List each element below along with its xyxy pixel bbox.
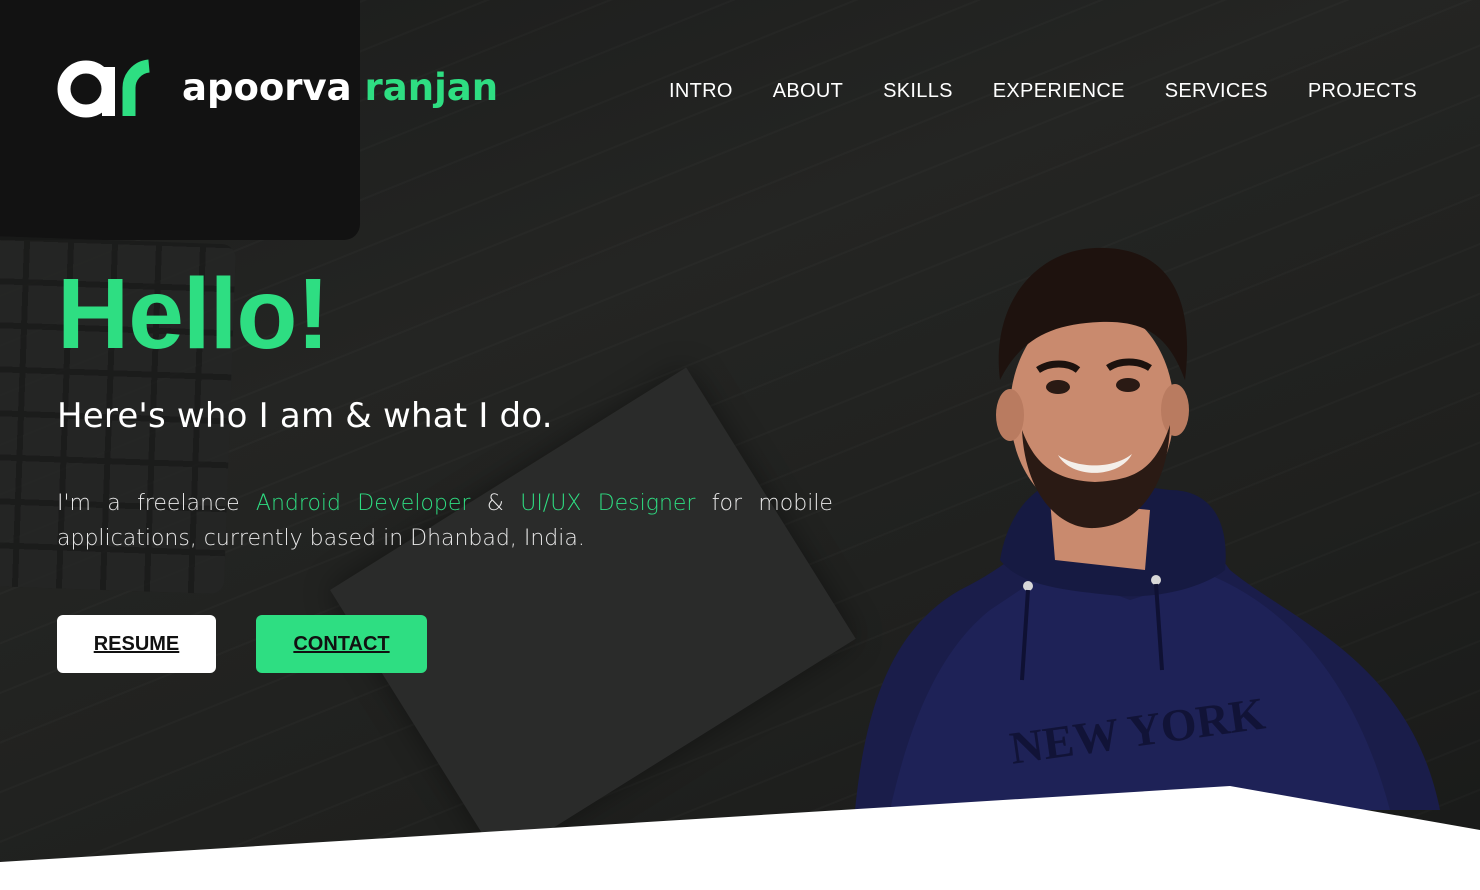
hero-subtitle: Here's who I am & what I do.: [57, 396, 553, 436]
nav-item-skills[interactable]: SKILLS: [883, 80, 953, 103]
laptop-background: [0, 0, 360, 240]
nav-item-about[interactable]: ABOUT: [773, 80, 843, 103]
resume-button[interactable]: RESUME: [57, 615, 216, 673]
nav-item-intro[interactable]: INTRO: [669, 80, 733, 103]
contact-button[interactable]: CONTACT: [256, 615, 427, 673]
section-divider: [0, 786, 1480, 890]
hero-greeting: Hello!: [57, 258, 330, 370]
intro-text-1: I'm a freelance: [57, 491, 256, 516]
hero-section: apoorva ranjan INTRO ABOUT SKILLS EXPERI…: [0, 0, 1480, 890]
main-nav: INTRO ABOUT SKILLS EXPERIENCE SERVICES P…: [669, 80, 1417, 103]
nav-item-projects[interactable]: PROJECTS: [1308, 80, 1417, 103]
role-android-developer: Android Developer: [255, 491, 471, 516]
brand-first-name: apoorva: [182, 66, 352, 109]
brand-last-name: ranjan: [364, 66, 499, 109]
profile-photo: NEW YORK: [855, 247, 1440, 810]
hero-intro: I'm a freelance Android Developer & UI/U…: [57, 486, 833, 556]
nav-item-services[interactable]: SERVICES: [1165, 80, 1268, 103]
nav-item-experience[interactable]: EXPERIENCE: [993, 80, 1125, 103]
intro-text-2: &: [470, 491, 521, 516]
brand-name[interactable]: apoorva ranjan: [182, 66, 498, 109]
role-uiux-designer: UI/UX Designer: [520, 491, 696, 516]
ar-logo-icon[interactable]: [57, 58, 152, 118]
